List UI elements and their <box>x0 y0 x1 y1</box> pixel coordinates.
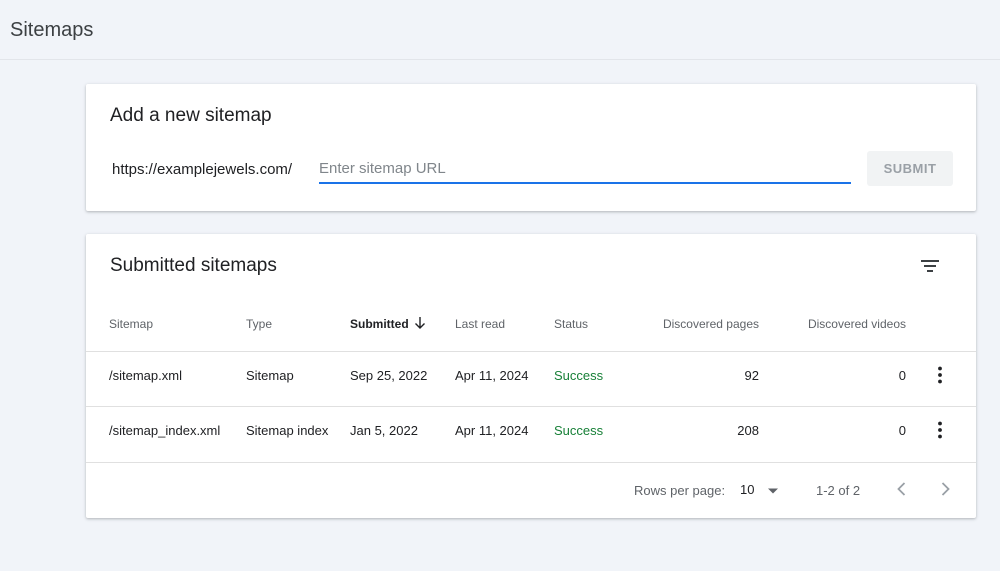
submitted-sitemaps-title: Submitted sitemaps <box>110 255 277 276</box>
add-sitemap-title: Add a new sitemap <box>110 105 272 126</box>
column-header-submitted-label: Submitted <box>350 317 409 331</box>
cell-sitemap[interactable]: /sitemap.xml <box>109 368 182 383</box>
row-divider <box>86 406 976 407</box>
column-header-discovered-videos[interactable]: Discovered videos <box>786 317 906 331</box>
page-header: Sitemaps <box>0 0 1000 60</box>
submit-button[interactable]: SUBMIT <box>867 151 953 186</box>
cell-discovered-pages: 208 <box>737 423 759 438</box>
page-title: Sitemaps <box>10 19 94 41</box>
header-divider <box>86 351 976 352</box>
site-url-prefix: https://examplejewels.com/ <box>112 161 293 178</box>
cell-submitted: Jan 5, 2022 <box>350 423 418 438</box>
column-header-discovered-pages[interactable]: Discovered pages <box>646 317 759 331</box>
cell-last-read: Apr 11, 2024 <box>455 368 529 383</box>
arrow-down-icon <box>414 317 425 329</box>
rows-per-page-label: Rows per page: <box>634 483 726 498</box>
filter-icon[interactable] <box>918 254 942 278</box>
cell-status: Success <box>554 423 604 438</box>
column-header-type[interactable]: Type <box>246 317 272 331</box>
more-vert-icon[interactable] <box>930 365 950 385</box>
rows-per-page-select[interactable]: 10 <box>740 482 754 497</box>
cell-status: Success <box>554 368 604 383</box>
cell-type: Sitemap index <box>246 423 329 438</box>
cell-discovered-videos: 0 <box>898 368 906 383</box>
add-sitemap-card: Add a new sitemap https://examplejewels.… <box>86 84 976 211</box>
column-header-last-read[interactable]: Last read <box>455 317 505 331</box>
chevron-right-icon[interactable] <box>935 479 955 499</box>
cell-type: Sitemap <box>246 368 294 383</box>
column-header-sitemap[interactable]: Sitemap <box>109 317 153 331</box>
column-header-submitted[interactable]: Submitted <box>350 316 427 331</box>
column-header-status[interactable]: Status <box>554 317 588 331</box>
pagination-range: 1-2 of 2 <box>816 483 861 498</box>
chevron-left-icon[interactable] <box>892 479 912 499</box>
more-vert-icon[interactable] <box>930 420 950 440</box>
cell-discovered-videos: 0 <box>898 423 906 438</box>
cell-last-read: Apr 11, 2024 <box>455 423 529 438</box>
submitted-sitemaps-card: Submitted sitemaps Sitemap Type Submitte… <box>86 234 976 518</box>
caret-down-icon[interactable] <box>766 484 780 498</box>
cell-submitted: Sep 25, 2022 <box>350 368 428 383</box>
cell-discovered-pages: 92 <box>744 368 759 383</box>
cell-sitemap[interactable]: /sitemap_index.xml <box>109 423 220 438</box>
sitemap-url-input[interactable] <box>319 156 851 184</box>
row-divider <box>86 462 976 463</box>
